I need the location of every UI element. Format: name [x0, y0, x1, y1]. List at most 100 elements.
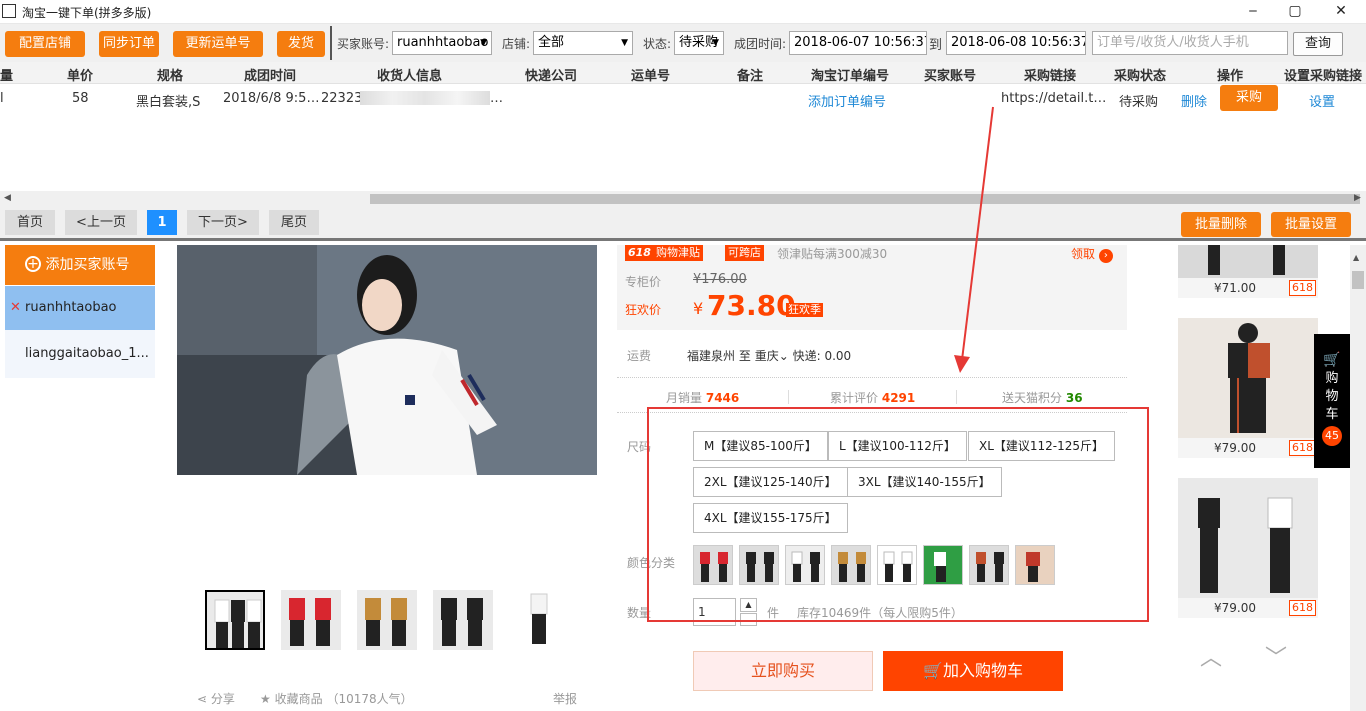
- scrollbar-thumb[interactable]: [370, 194, 1360, 204]
- chevron-down-icon[interactable]: ⌄: [779, 349, 789, 363]
- time-to-input[interactable]: 2018-06-08 10:56:37: [946, 31, 1086, 55]
- col-spec[interactable]: 规格: [157, 65, 183, 84]
- col-purchase-link[interactable]: 采购链接: [1024, 65, 1076, 84]
- scroll-right-icon[interactable]: ▶: [1354, 193, 1361, 203]
- maximize-button[interactable]: ▢: [1272, 0, 1318, 24]
- currency-symbol: ¥: [693, 299, 704, 318]
- col-set-link[interactable]: 设置采购链接: [1284, 65, 1362, 84]
- vertical-scrollbar[interactable]: ▲: [1350, 245, 1366, 711]
- shipping-fee: 快递: 0.00: [792, 349, 852, 363]
- col-purchase-status[interactable]: 采购状态: [1114, 65, 1166, 84]
- sale-tag: 狂欢季: [786, 303, 823, 317]
- query-button[interactable]: 查询: [1293, 32, 1343, 56]
- time-from-input[interactable]: 2018-06-07 10:56:37: [789, 31, 927, 55]
- cell-purchase-status: 待采购: [1119, 95, 1159, 110]
- scrollbar-thumb[interactable]: [1352, 271, 1364, 289]
- divider: [617, 377, 1127, 378]
- pager: 首页 <上一页 1 下一页> 尾页 批量删除 批量设置: [0, 207, 1366, 241]
- floating-cart[interactable]: 🛒 购物车 45: [1314, 334, 1350, 468]
- col-time[interactable]: 成团时间: [244, 65, 296, 84]
- thumbnail[interactable]: [205, 590, 265, 650]
- first-page-button[interactable]: 首页: [5, 210, 55, 235]
- recommend-image[interactable]: [1178, 245, 1318, 280]
- buyer-account-select[interactable]: ruanhhtaobao: [392, 31, 492, 55]
- col-qty[interactable]: 量: [0, 65, 13, 84]
- recommend-price: ¥71.00 618: [1178, 278, 1318, 298]
- recommend-image[interactable]: [1178, 478, 1318, 598]
- horizontal-scrollbar[interactable]: ◀ ▶: [0, 191, 1366, 207]
- sidebar-account-item[interactable]: lianggaitaobao_1...: [5, 330, 155, 378]
- recommend-image[interactable]: [1178, 318, 1318, 438]
- status-label: 状态:: [643, 37, 672, 51]
- col-receiver[interactable]: 收货人信息: [377, 65, 442, 84]
- thumbnail[interactable]: [281, 590, 341, 650]
- report-link[interactable]: 举报: [553, 690, 577, 707]
- store-select[interactable]: 全部: [533, 31, 633, 55]
- search-input[interactable]: 订单号/收货人/收货人手机: [1092, 31, 1288, 55]
- purchase-button[interactable]: 采购: [1220, 85, 1278, 111]
- cart-label: 购物车: [1325, 371, 1339, 422]
- reviews-label: 累计评价: [830, 391, 879, 405]
- thumbnail[interactable]: [433, 590, 493, 650]
- promo-subsidy-badge: 购物津贴: [653, 245, 703, 261]
- last-page-button[interactable]: 尾页: [269, 210, 319, 235]
- col-courier[interactable]: 快递公司: [525, 65, 577, 84]
- sync-orders-button[interactable]: 同步订单: [99, 31, 159, 57]
- col-price[interactable]: 单价: [67, 65, 93, 84]
- col-action[interactable]: 操作: [1217, 65, 1243, 84]
- monthly-sales: 月销量 7446: [666, 389, 739, 406]
- col-remark[interactable]: 备注: [737, 65, 763, 84]
- cell-spec: 黑白套装,S: [136, 95, 201, 110]
- minimize-button[interactable]: ‒: [1230, 0, 1276, 24]
- table-row[interactable]: l 58 黑白套装,S 2018/6/8 9:5… 22323 … 添加订单编号…: [0, 85, 1366, 115]
- sidebar-account-item[interactable]: ✕ ruanhhtaobao: [5, 286, 155, 330]
- divider: [956, 390, 957, 404]
- scroll-up-icon[interactable]: ▲: [1353, 253, 1359, 262]
- batch-delete-button[interactable]: 批量删除: [1181, 212, 1261, 237]
- col-taobao-order[interactable]: 淘宝订单编号: [811, 65, 889, 84]
- add-buyer-label: 添加买家账号: [45, 257, 130, 273]
- remove-account-icon[interactable]: ✕: [10, 300, 21, 315]
- status-select[interactable]: 待采购: [674, 31, 724, 55]
- ship-button[interactable]: 发货: [277, 31, 325, 57]
- thumbnail[interactable]: [509, 590, 569, 650]
- counter-price: ¥176.00: [693, 272, 747, 287]
- cell-purchase-link[interactable]: https://detail.t…: [1001, 91, 1106, 106]
- promo-cross-store-badge: 可跨店: [725, 245, 764, 261]
- promo-claim-label: 领取: [1071, 247, 1096, 261]
- reviews[interactable]: 累计评价 4291: [830, 389, 915, 406]
- add-to-cart-button[interactable]: 🛒加入购物车: [883, 651, 1063, 691]
- share-link[interactable]: ⋖ 分享: [197, 690, 235, 707]
- chevron-down-icon[interactable]: ﹀: [1265, 640, 1287, 672]
- config-store-button[interactable]: 配置店铺: [5, 31, 85, 57]
- scroll-left-icon[interactable]: ◀: [4, 193, 11, 203]
- recommend-618-badge: 618: [1289, 280, 1316, 296]
- close-button[interactable]: ✕: [1318, 0, 1364, 24]
- tmall-points: 送天猫积分 36: [1002, 389, 1083, 406]
- cart-count-badge: 45: [1322, 426, 1342, 446]
- col-buyer-account[interactable]: 买家账号: [924, 65, 976, 84]
- shipping-to-select[interactable]: 重庆: [755, 349, 779, 363]
- thumbnail[interactable]: [357, 590, 417, 650]
- time-label: 成团时间:: [734, 37, 787, 51]
- share-icon: ⋖: [197, 692, 208, 706]
- promo-claim-link[interactable]: 领取 ›: [1071, 245, 1113, 263]
- next-page-button[interactable]: 下一页>: [187, 210, 259, 235]
- favorite-link[interactable]: ★ 收藏商品 （10178人气）: [260, 690, 413, 707]
- batch-settings-button[interactable]: 批量设置: [1271, 212, 1351, 237]
- add-order-number-link[interactable]: 添加订单编号: [808, 91, 886, 110]
- window-title: 淘宝一键下单(拼多多版): [22, 6, 152, 20]
- update-waybill-button[interactable]: 更新运单号: [173, 31, 263, 57]
- recommend-price: ¥79.00 618: [1178, 598, 1318, 618]
- delete-link[interactable]: 删除: [1181, 91, 1207, 110]
- current-page[interactable]: 1: [147, 210, 177, 235]
- product-main-image[interactable]: [177, 245, 597, 475]
- chevron-up-icon[interactable]: ︿: [1200, 640, 1222, 672]
- add-buyer-account-button[interactable]: + 添加买家账号: [5, 245, 155, 285]
- settings-link[interactable]: 设置: [1309, 91, 1335, 110]
- prev-page-button[interactable]: <上一页: [65, 210, 137, 235]
- buy-now-button[interactable]: 立即购买: [693, 651, 873, 691]
- price-box: 618 购物津贴 可跨店 领津贴每满300减30 领取 › 专柜价 ¥176.0…: [617, 245, 1127, 330]
- monthly-sales-label: 月销量: [666, 391, 703, 405]
- col-waybill[interactable]: 运单号: [631, 65, 670, 84]
